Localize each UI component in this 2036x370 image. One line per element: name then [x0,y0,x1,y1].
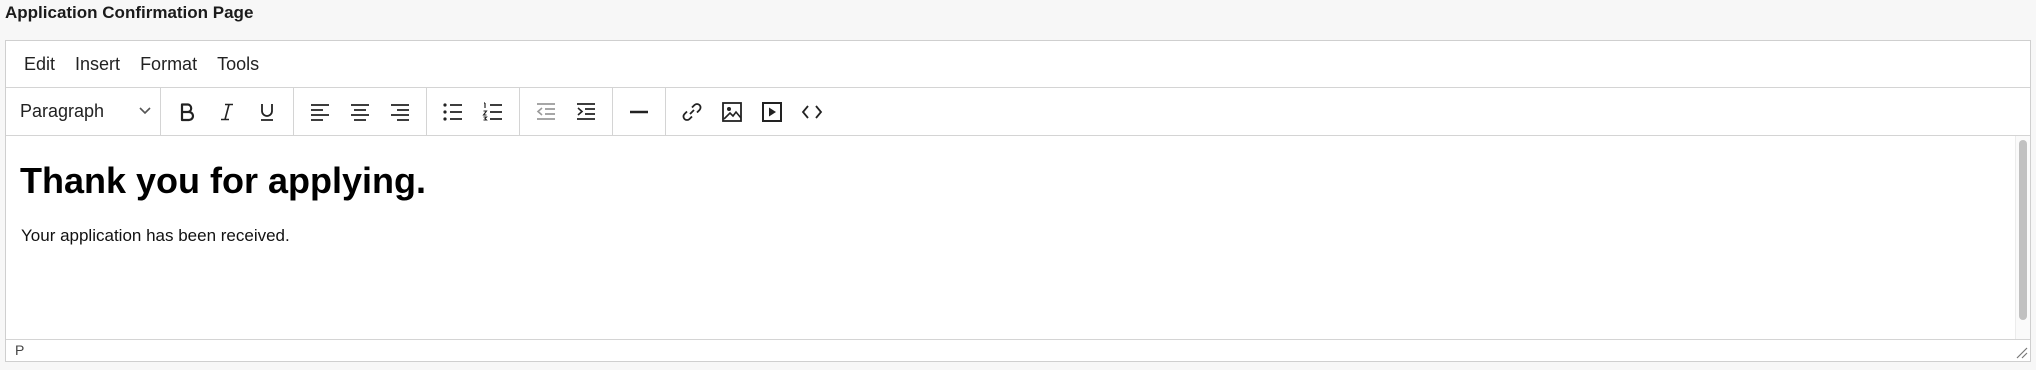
menu-format[interactable]: Format [130,41,207,88]
numbered-list-icon [482,101,504,122]
align-group [294,88,427,135]
bold-button[interactable] [167,92,207,132]
content-heading: Thank you for applying. [20,160,427,201]
field-label: Application Confirmation Page [5,3,254,22]
link-button[interactable] [672,92,712,132]
menu-insert[interactable]: Insert [65,41,130,88]
align-right-icon [389,102,411,122]
hr-group [613,88,666,135]
horizontal-rule-icon [628,102,650,122]
source-code-icon [801,102,823,122]
chevron-down-icon [138,103,152,121]
horizontal-rule-button[interactable] [619,92,659,132]
italic-icon [217,102,237,122]
vertical-scrollbar[interactable] [2015,136,2030,340]
element-path[interactable]: P [15,342,24,358]
source-code-button[interactable] [792,92,832,132]
indent-icon [575,102,597,122]
underline-button[interactable] [247,92,287,132]
format-group [161,88,294,135]
link-icon [681,101,703,123]
statusbar: P [6,339,2030,361]
menubar: Edit Insert Format Tools [6,41,2030,88]
align-center-button[interactable] [340,92,380,132]
menu-edit[interactable]: Edit [14,41,65,88]
image-icon [721,101,743,123]
rich-text-editor: Edit Insert Format Tools Paragraph Thank… [5,40,2031,362]
align-left-button[interactable] [300,92,340,132]
media-icon [761,101,783,123]
indent-group [520,88,613,135]
block-format-select[interactable]: Paragraph [6,88,161,135]
image-button[interactable] [712,92,752,132]
italic-button[interactable] [207,92,247,132]
indent-button[interactable] [566,92,606,132]
block-format-value: Paragraph [20,101,105,121]
align-left-icon [309,102,331,122]
outdent-button[interactable] [526,92,566,132]
outdent-icon [535,102,557,122]
bullet-list-button[interactable] [433,92,473,132]
toolbar: Paragraph [6,88,2030,136]
bold-icon [177,102,197,122]
align-center-icon [349,102,371,122]
editor-content-area[interactable]: Thank you for applying. Your application… [6,136,2030,340]
content-paragraph: Your application has been received. [21,226,290,245]
align-right-button[interactable] [380,92,420,132]
numbered-list-button[interactable] [473,92,513,132]
list-group [427,88,520,135]
underline-icon [257,102,277,122]
menu-tools[interactable]: Tools [207,41,269,88]
media-button[interactable] [752,92,792,132]
scrollbar-thumb[interactable] [2019,140,2027,320]
bullet-list-icon [442,102,464,122]
resize-handle-icon[interactable] [2014,345,2028,359]
insert-group [666,88,838,135]
